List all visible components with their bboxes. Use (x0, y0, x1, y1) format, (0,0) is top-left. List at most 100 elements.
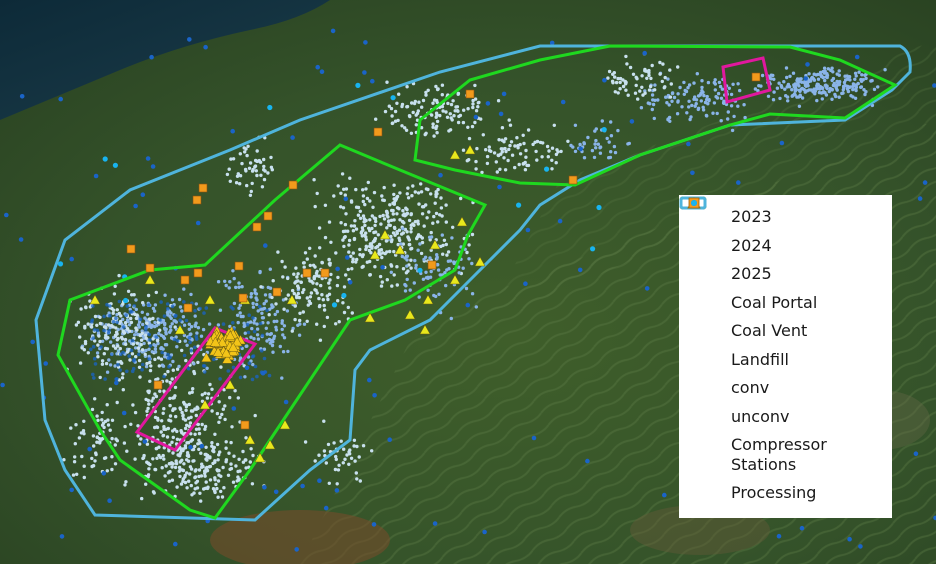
conv-well (328, 278, 332, 282)
conv-well (326, 297, 330, 302)
unconv-well (238, 375, 243, 380)
conv-well (84, 305, 88, 309)
unconv-well (607, 140, 611, 144)
conv-well (309, 279, 314, 283)
unconv-well (586, 135, 590, 140)
conv-well (158, 328, 162, 332)
compressor-station (686, 141, 691, 147)
conv-well (220, 412, 224, 417)
unconv-well (262, 302, 266, 306)
unconv-well (253, 364, 258, 369)
unconv-well (851, 87, 855, 92)
conv-well (144, 482, 148, 486)
map-view[interactable]: 2023 2024 2025 Coal Portal Coal Vent Lan… (0, 0, 936, 564)
conv-well (343, 222, 348, 227)
unconv-well (695, 72, 699, 76)
unconv-well (118, 368, 122, 372)
landfill-marker (238, 293, 248, 303)
conv-well (155, 456, 159, 460)
conv-well (197, 431, 202, 436)
conv-well (432, 134, 436, 138)
unconv-well (246, 330, 251, 335)
unconv-well (134, 307, 138, 312)
legend-label: unconv (731, 406, 790, 426)
conv-well (263, 169, 267, 173)
conv-well (308, 246, 312, 250)
conv-well (180, 410, 184, 415)
conv-well (404, 271, 409, 275)
unconv-well (244, 344, 248, 348)
compressor-station (690, 170, 695, 176)
unconv-well (616, 128, 620, 133)
conv-well (102, 352, 107, 356)
conv-well (397, 207, 401, 211)
unconv-well (267, 373, 272, 378)
conv-well (214, 482, 218, 487)
conv-well (550, 167, 554, 171)
unconv-well (162, 336, 167, 340)
unconv-well (160, 350, 164, 355)
unconv-well (470, 261, 474, 266)
legend-item-processing: Processing (689, 200, 882, 508)
unconv-well (285, 309, 290, 313)
conv-well (417, 202, 421, 206)
conv-well (337, 320, 341, 324)
unconv-well (202, 311, 206, 315)
conv-well (83, 339, 88, 344)
conv-well (133, 457, 137, 461)
unconv-well (653, 83, 657, 87)
unconv-well (202, 370, 207, 374)
conv-well (280, 259, 284, 264)
conv-well (497, 138, 501, 142)
conv-well (80, 454, 84, 459)
conv-well (346, 305, 350, 310)
unconv-well (461, 266, 465, 270)
conv-well (308, 295, 313, 299)
conv-well (161, 453, 165, 458)
landfill-marker (288, 180, 298, 190)
conv-well (559, 149, 563, 154)
conv-well (236, 475, 240, 479)
unconv-well (403, 289, 408, 293)
unconv-well (237, 281, 241, 285)
conv-well (352, 438, 357, 442)
conv-well (385, 213, 389, 217)
conv-well (407, 114, 412, 118)
conv-well (178, 407, 183, 411)
conv-well (146, 398, 150, 403)
unconv-well (161, 364, 166, 368)
conv-well (291, 288, 295, 293)
conv-well (381, 213, 385, 218)
conv-well (260, 185, 265, 189)
conv-well (134, 316, 139, 321)
conv-well (216, 495, 220, 499)
unconv-well (138, 317, 143, 322)
conv-well (122, 331, 127, 335)
conv-well (357, 455, 361, 459)
conv-well (545, 144, 550, 149)
conv-well (358, 247, 362, 252)
conv-well (335, 283, 340, 288)
conv-well (138, 375, 142, 379)
conv-well (658, 60, 662, 65)
unconv-well (91, 336, 95, 340)
landfill-marker (126, 244, 136, 254)
conv-well (173, 385, 178, 390)
conv-well (354, 187, 358, 192)
conv-well (229, 462, 233, 466)
conv-well (110, 455, 114, 459)
compressor-station (58, 96, 63, 102)
unconv-well (159, 333, 163, 337)
unconv-well (224, 283, 228, 288)
unconv-well (862, 88, 866, 92)
legend-label: Compressor Stations (731, 435, 827, 474)
conv-well (390, 121, 394, 126)
conv-well (336, 275, 340, 280)
unconv-well (193, 309, 197, 313)
conv-well (382, 198, 386, 203)
unconv-well (281, 350, 286, 354)
conv-well (293, 304, 297, 308)
compressor-station (465, 302, 471, 308)
unconv-well (403, 282, 407, 287)
unconv-well (435, 256, 439, 261)
